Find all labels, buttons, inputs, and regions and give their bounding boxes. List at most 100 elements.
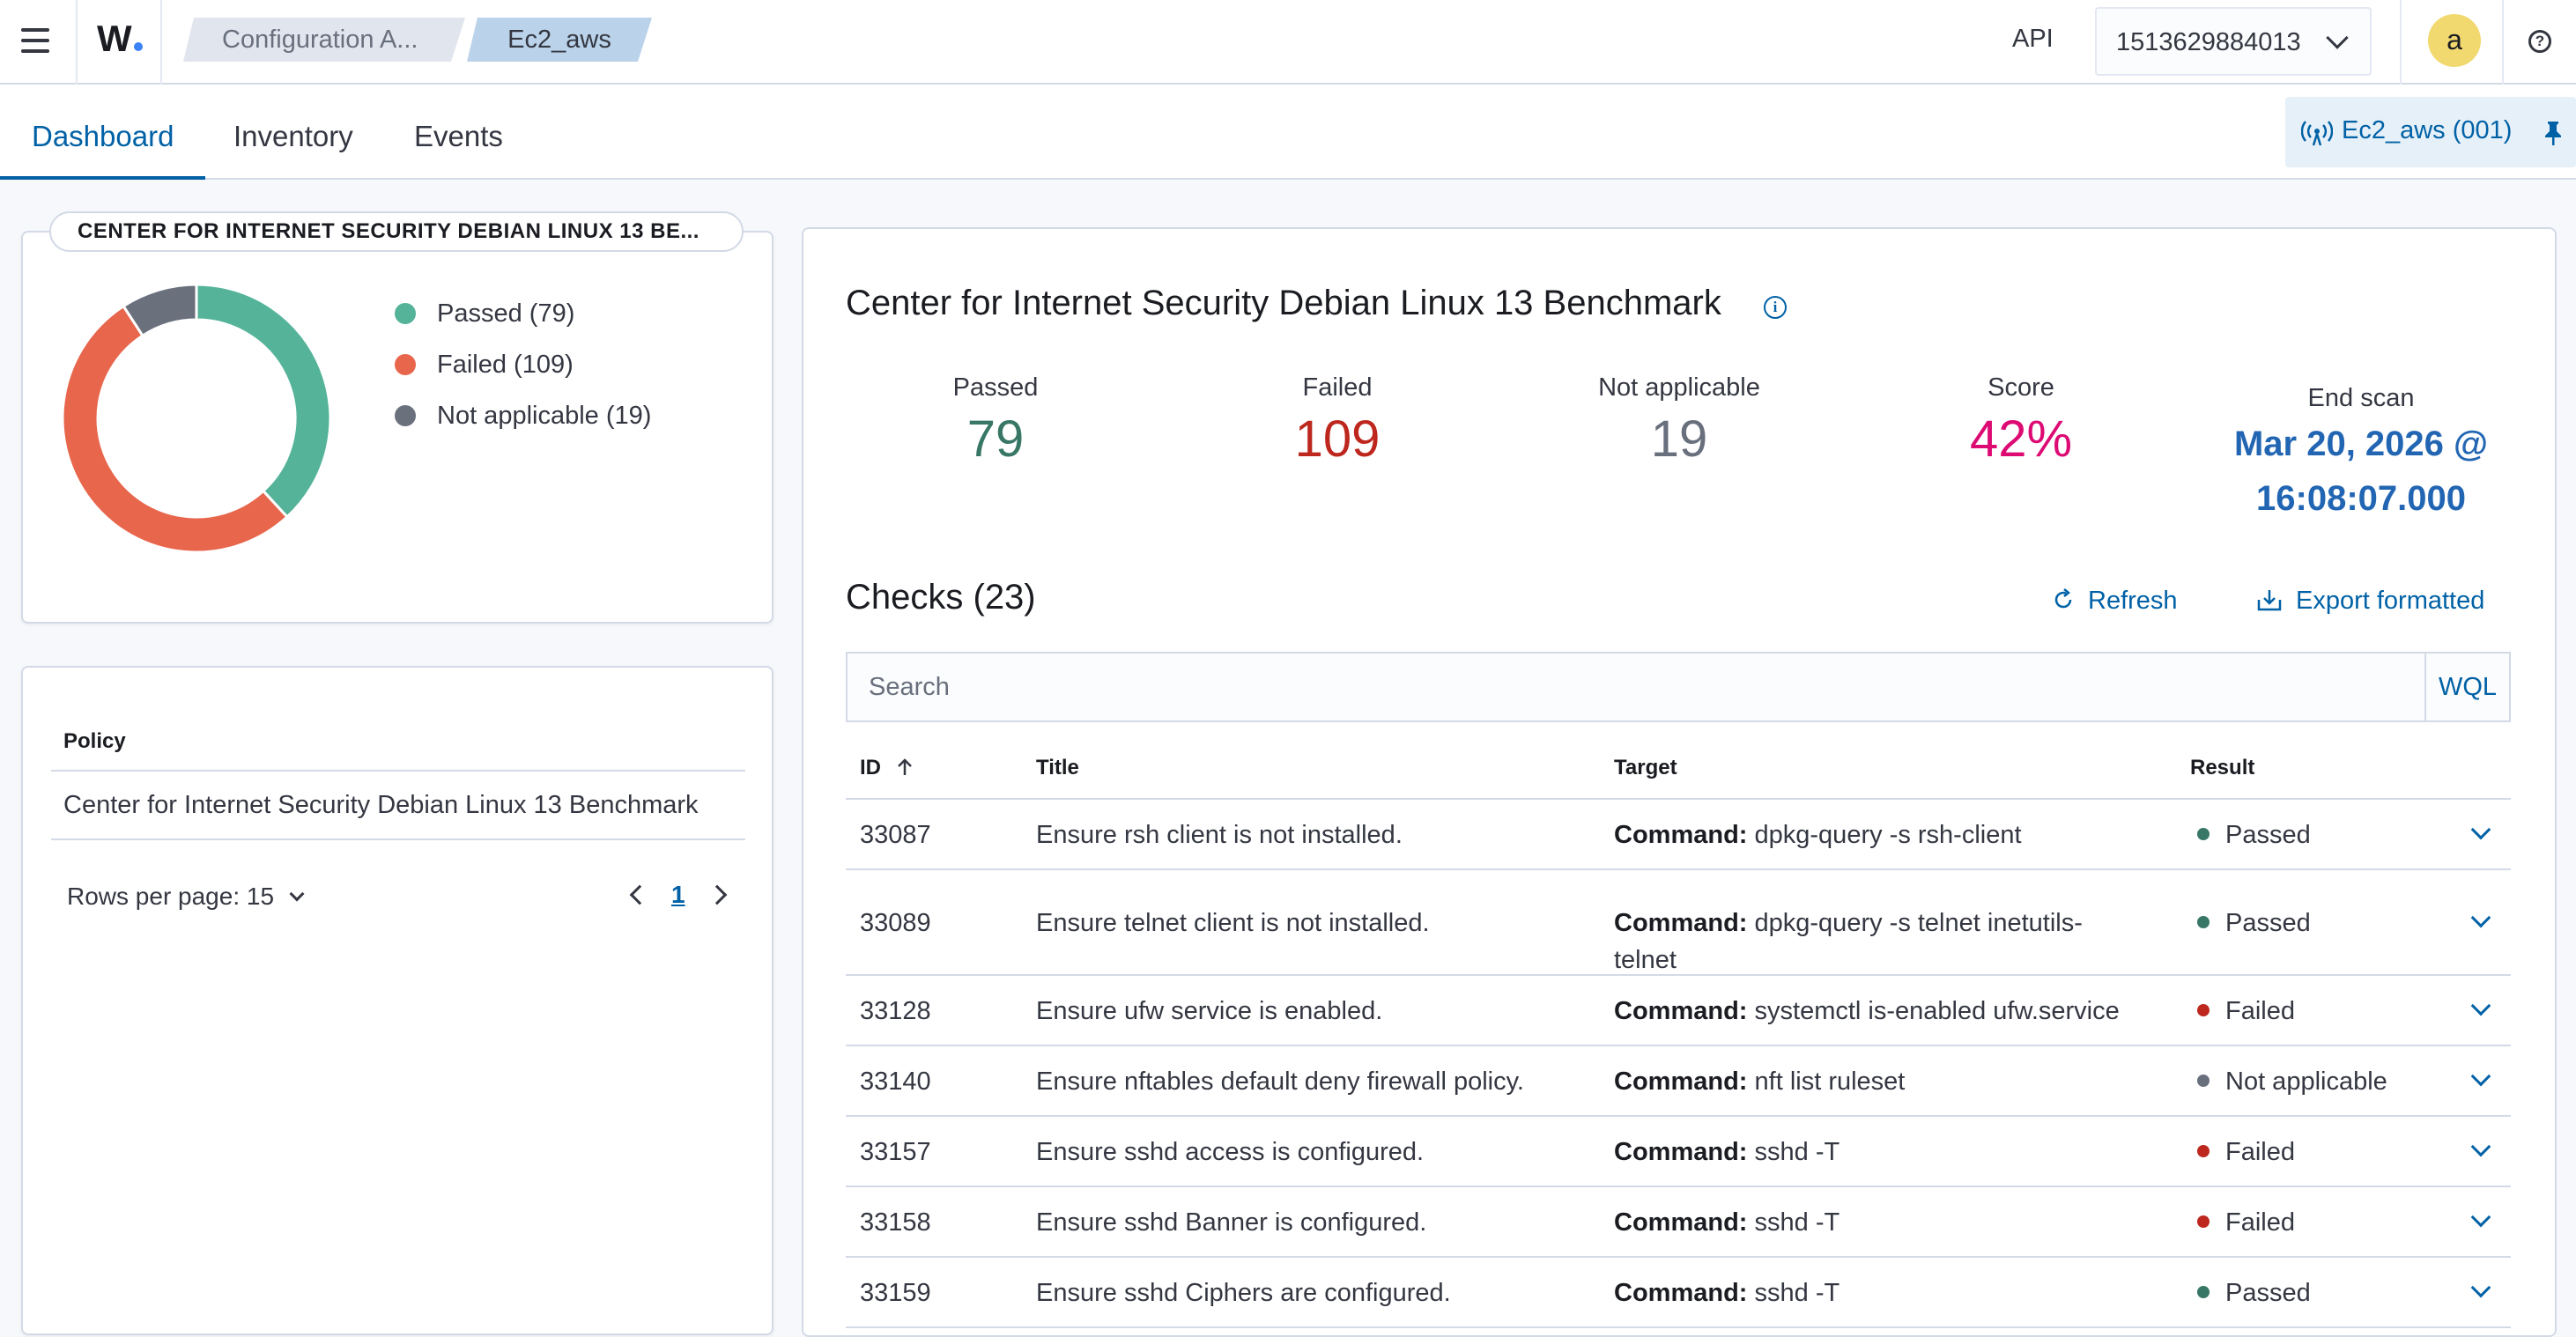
header-divider [76, 0, 78, 85]
status-dot-icon [2197, 916, 2210, 928]
check-result: Passed [2197, 1274, 2311, 1311]
active-tab-indicator [0, 176, 205, 180]
check-result: Passed [2197, 816, 2311, 853]
info-icon[interactable]: i [1764, 296, 1787, 319]
check-target: Command: dpkg-query -s telnet inetutils-… [1614, 905, 2143, 979]
result-label: Failed [2225, 1208, 2295, 1237]
benchmark-title: Center for Internet Security Debian Linu… [846, 284, 1721, 322]
policy-card [21, 666, 774, 1335]
check-id: 33157 [860, 1138, 931, 1166]
target-command: dpkg-query -s rsh-client [1754, 821, 2022, 849]
column-header-id[interactable]: ID [860, 756, 914, 780]
target-command: sshd -T [1754, 1208, 1840, 1237]
table-row[interactable]: 33087 Ensure rsh client is not installed.… [846, 800, 2511, 870]
table-row[interactable]: 33159 Ensure sshd Ciphers are configured.… [846, 1258, 2511, 1328]
target-prefix: Command: [1614, 909, 1748, 937]
expand-row-chevron-icon[interactable] [2470, 1066, 2491, 1087]
policy-row[interactable]: Center for Internet Security Debian Linu… [63, 791, 699, 820]
target-prefix: Command: [1614, 1067, 1748, 1096]
result-label: Not applicable [2225, 1067, 2387, 1096]
legend-failed[interactable]: Failed (109) [395, 351, 574, 380]
table-row[interactable]: 33157 Ensure sshd access is configured. Co… [846, 1117, 2511, 1187]
target-command: nft list ruleset [1754, 1067, 1906, 1096]
check-result: Failed [2197, 1134, 2295, 1171]
status-dot-icon [2197, 1215, 2210, 1228]
target-prefix: Command: [1614, 1208, 1748, 1237]
pin-icon[interactable] [2541, 120, 2565, 146]
status-dot-icon [2197, 1075, 2210, 1087]
antenna-icon [2301, 121, 2333, 146]
expand-row-chevron-icon[interactable] [2470, 1136, 2491, 1157]
menu-icon[interactable] [18, 23, 56, 62]
donut-slice-0[interactable] [195, 283, 332, 519]
top-header: W Configuration A... Ec2_aws API 1513629… [0, 0, 2576, 85]
column-header-result[interactable]: Result [2190, 756, 2254, 780]
legend-not-applicable[interactable]: Not applicable (19) [395, 402, 651, 431]
legend-passed[interactable]: Passed (79) [395, 299, 574, 329]
target-prefix: Command: [1614, 1138, 1748, 1166]
agent-badge-label: Ec2_aws (001) [2342, 116, 2513, 144]
summary-card-title: CENTER FOR INTERNET SECURITY DEBIAN LINU… [49, 211, 744, 252]
checks-search-bar: WQL [846, 652, 2511, 722]
policy-column-header[interactable]: Policy [63, 729, 126, 754]
table-row[interactable]: 33089 Ensure telnet client is not install… [846, 870, 2511, 976]
result-label: Failed [2225, 997, 2295, 1025]
expand-row-chevron-icon[interactable] [2470, 995, 2491, 1016]
export-formatted-button[interactable]: Export formatted [2255, 587, 2484, 616]
header-divider [160, 0, 162, 85]
row-divider [846, 1326, 2511, 1328]
check-title: Ensure sshd Ciphers are configured. [1036, 1279, 1451, 1307]
check-target: Command: nft list ruleset [1614, 1063, 2143, 1100]
column-header-title[interactable]: Title [1036, 756, 1079, 780]
check-id: 33128 [860, 997, 931, 1025]
donut-slice-1[interactable] [61, 304, 290, 554]
stat-failed: Failed 109 [1294, 373, 1381, 468]
app-logo[interactable]: W [97, 18, 143, 60]
target-command: systemctl is-enabled ufw.service [1754, 997, 2120, 1025]
target-prefix: Command: [1614, 1279, 1748, 1307]
table-row[interactable]: 33128 Ensure ufw service is enabled. Comma… [846, 976, 2511, 1046]
user-avatar[interactable]: a [2428, 14, 2481, 67]
chevron-down-icon [289, 886, 305, 902]
results-donut-chart [61, 283, 332, 554]
export-icon [2257, 590, 2282, 611]
refresh-button[interactable]: Refresh [2051, 587, 2178, 616]
check-result: Failed [2197, 1204, 2295, 1241]
check-result: Not applicable [2197, 1063, 2387, 1100]
result-label: Failed [2225, 1138, 2295, 1166]
breadcrumb-agent[interactable]: Ec2_aws [467, 18, 652, 62]
help-icon[interactable]: ? [2528, 30, 2551, 53]
stat-passed: Passed 79 [952, 373, 1039, 468]
tab-inventory[interactable]: Inventory [233, 120, 353, 153]
column-header-target[interactable]: Target [1614, 756, 1677, 780]
sort-ascending-icon [897, 758, 912, 775]
table-row[interactable]: 33140 Ensure nftables default deny firewa… [846, 1046, 2511, 1117]
stat-not-applicable: Not applicable 19 [1598, 373, 1760, 468]
check-title: Ensure nftables default deny firewall po… [1036, 1067, 1524, 1096]
tab-events[interactable]: Events [414, 120, 503, 153]
api-label: API [2012, 25, 2054, 53]
expand-row-chevron-icon[interactable] [2470, 819, 2491, 840]
stat-score: Score 42% [1969, 373, 2073, 468]
page-1-link[interactable]: 1 [671, 881, 685, 909]
check-id: 33087 [860, 821, 931, 849]
breadcrumb-configuration-assessment[interactable]: Configuration A... [183, 18, 465, 62]
status-dot-icon [2197, 1004, 2210, 1016]
wql-toggle[interactable]: WQL [2424, 654, 2509, 720]
header-divider [2400, 0, 2402, 85]
check-id: 33089 [860, 909, 931, 937]
agent-pin-badge[interactable]: Ec2_aws (001) [2285, 97, 2576, 167]
check-result: Passed [2197, 905, 2311, 942]
search-input[interactable] [848, 654, 2428, 720]
rows-per-page-selector[interactable]: Rows per page: 15 [67, 883, 305, 911]
check-target: Command: systemctl is-enabled ufw.servic… [1614, 993, 2143, 1030]
check-result: Failed [2197, 993, 2295, 1030]
expand-row-chevron-icon[interactable] [2470, 907, 2491, 928]
check-id: 33140 [860, 1067, 931, 1096]
expand-row-chevron-icon[interactable] [2470, 1277, 2491, 1298]
status-dot-icon [2197, 1286, 2210, 1298]
expand-row-chevron-icon[interactable] [2470, 1207, 2491, 1228]
table-row[interactable]: 33158 Ensure sshd Banner is configured. Co… [846, 1187, 2511, 1258]
tab-dashboard[interactable]: Dashboard [32, 120, 174, 153]
api-selector[interactable]: 1513629884013 [2095, 7, 2372, 76]
